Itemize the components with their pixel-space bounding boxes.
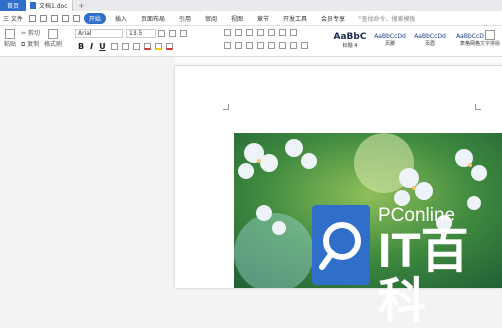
- font-name-value: Arial: [78, 30, 92, 37]
- underline-button[interactable]: U: [99, 42, 106, 51]
- style-footer[interactable]: AaBbCcDd 页脚: [370, 28, 410, 52]
- align-right-icon[interactable]: [246, 42, 253, 49]
- cut-button[interactable]: ✂ 剪切: [21, 28, 40, 37]
- bullets-icon[interactable]: [224, 29, 231, 36]
- home-tab[interactable]: 首页: [0, 0, 26, 11]
- align-left-icon[interactable]: [224, 42, 231, 49]
- text-tools-button[interactable]: 文字排版: [480, 30, 500, 47]
- tab-view[interactable]: 视图: [226, 13, 248, 24]
- style-preview: AaBbC: [333, 31, 367, 42]
- format-painter-label: 格式刷: [43, 41, 62, 48]
- style-name: 页脚: [384, 41, 395, 47]
- tab-insert[interactable]: 插入: [110, 13, 132, 24]
- margin-corner-mark: [475, 104, 481, 110]
- magnifier-icon: [319, 222, 361, 270]
- font-group: Arial 13.5: [75, 29, 189, 38]
- superscript-icon[interactable]: [121, 43, 129, 50]
- numbering-icon[interactable]: [235, 29, 242, 36]
- chinese-layout-icon[interactable]: [268, 29, 275, 36]
- align-center-icon[interactable]: [235, 42, 242, 49]
- shrink-font-icon[interactable]: [169, 30, 176, 37]
- watermark-text: PConline IT百科: [378, 205, 502, 327]
- font-color-icon[interactable]: [143, 43, 151, 50]
- paste-button[interactable]: 粘贴: [3, 29, 17, 48]
- copy-label: 复制: [27, 41, 40, 48]
- paste-label: 粘贴: [3, 41, 16, 48]
- add-tab-button[interactable]: +: [79, 2, 85, 10]
- line-spacing-icon[interactable]: [279, 42, 286, 49]
- tab-start[interactable]: 开始: [83, 12, 106, 24]
- decrease-indent-icon[interactable]: [246, 29, 253, 36]
- preview-icon[interactable]: [50, 14, 58, 22]
- paragraph-group-bottom: [222, 42, 310, 49]
- tab-references[interactable]: 引用: [174, 13, 196, 24]
- horizontal-ruler[interactable]: [175, 57, 502, 66]
- show-marks-icon[interactable]: [290, 29, 297, 36]
- paragraph-group-top: [222, 29, 299, 36]
- watermark-site: PConline: [378, 205, 456, 226]
- text-tools-icon: [485, 30, 495, 40]
- pconline-logo: [312, 205, 370, 285]
- subscript-icon[interactable]: [132, 43, 140, 50]
- increase-indent-icon[interactable]: [257, 29, 264, 36]
- tab-page-layout[interactable]: 页面布局: [136, 13, 170, 24]
- bold-button[interactable]: B: [78, 42, 84, 51]
- style-name: 表格网格: [459, 41, 480, 47]
- copy-button[interactable]: ⧉ 复制: [21, 39, 40, 49]
- copy-icon: ⧉: [21, 41, 26, 48]
- italic-button[interactable]: I: [90, 42, 93, 51]
- tab-review[interactable]: 审阅: [200, 13, 222, 24]
- scissors-icon: ✂: [21, 30, 27, 37]
- styles-gallery: AaBbC 标题 4 AaBbCcDd 页脚 AaBbCcDd 页眉 AaBbC…: [330, 28, 490, 52]
- margin-corner-mark: [223, 104, 229, 110]
- search-placeholder: 查找命令、搜索模板: [361, 15, 416, 23]
- font-style-group: B I U: [75, 42, 175, 51]
- clipboard-group: 粘贴 ✂ 剪切 ⧉ 复制 格式刷: [3, 28, 62, 49]
- font-size-value: 13.5: [129, 30, 143, 37]
- site-watermark: PConline IT百科: [312, 205, 502, 327]
- shading-icon[interactable]: [290, 42, 297, 49]
- paste-icon: [5, 29, 15, 39]
- undo-icon[interactable]: [61, 14, 69, 22]
- grow-font-icon[interactable]: [158, 30, 165, 37]
- tab-chapter[interactable]: 章节: [252, 13, 274, 24]
- tab-developer[interactable]: 开发工具: [278, 13, 312, 24]
- highlight-icon[interactable]: [154, 43, 162, 50]
- strikethrough-icon[interactable]: [110, 43, 118, 50]
- tab-member[interactable]: 会员专享: [316, 13, 350, 24]
- brush-icon: [47, 29, 58, 39]
- justify-icon[interactable]: [257, 42, 264, 49]
- style-header[interactable]: AaBbCcDd 页眉: [410, 28, 450, 52]
- redo-icon[interactable]: [72, 14, 80, 22]
- print-icon[interactable]: [39, 14, 47, 22]
- file-menu-label: 三 文件: [3, 15, 23, 23]
- save-icon[interactable]: [28, 14, 36, 22]
- style-name: 页眉: [424, 41, 435, 47]
- ribbon: 粘贴 ✂ 剪切 ⧉ 复制 格式刷 Arial 13.5 B I U AaBbC …: [0, 26, 502, 57]
- file-menu[interactable]: 三 文件: [3, 14, 23, 23]
- text-color-icon[interactable]: [165, 43, 173, 50]
- watermark-brand: IT百科: [378, 225, 469, 328]
- text-tools-label: 文字排版: [480, 41, 501, 47]
- distributed-icon[interactable]: [268, 42, 275, 49]
- word-doc-icon: [30, 2, 36, 9]
- style-heading4[interactable]: AaBbC 标题 4: [330, 28, 370, 52]
- format-painter-button[interactable]: 格式刷: [44, 29, 62, 48]
- document-tab-label: 文档1.doc: [39, 3, 68, 10]
- style-preview: AaBbCcDd: [414, 33, 446, 40]
- menu-bar: 三 文件 开始 插入 页面布局 引用 审阅 视图 章节 开发工具 会员专享 ⌕ …: [0, 11, 502, 26]
- title-bar: 首页 文档1.doc +: [0, 0, 502, 11]
- style-preview: AaBbCcDd: [374, 33, 406, 40]
- font-size-select[interactable]: 13.5: [126, 29, 156, 38]
- borders-icon[interactable]: [301, 42, 308, 49]
- cut-label: 剪切: [27, 30, 40, 37]
- command-search[interactable]: ⌕ 查找命令、搜索模板: [358, 14, 415, 23]
- style-name: 标题 4: [342, 42, 358, 49]
- sort-icon[interactable]: [279, 29, 286, 36]
- clear-format-icon[interactable]: [180, 30, 187, 37]
- font-name-select[interactable]: Arial: [75, 29, 123, 38]
- document-tab[interactable]: 文档1.doc: [26, 0, 73, 11]
